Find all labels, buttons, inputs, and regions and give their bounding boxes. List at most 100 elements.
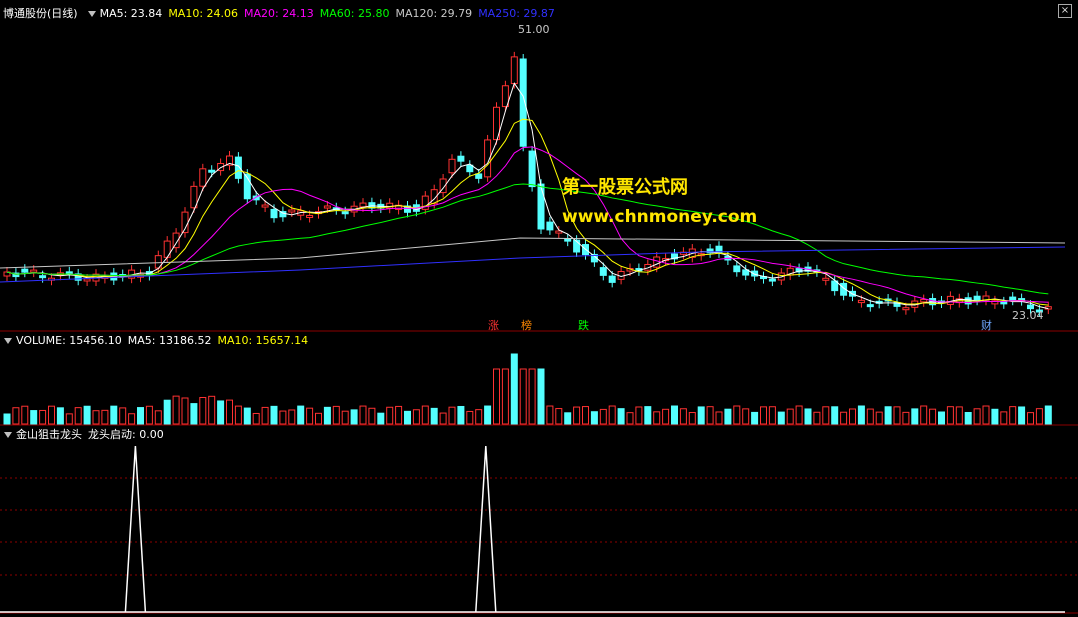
volume-bar [608, 405, 616, 425]
volume-bar [866, 408, 874, 425]
volume-bar [288, 409, 296, 425]
volume-bar [564, 412, 572, 425]
volume-bar [501, 368, 509, 425]
volume-bar [359, 405, 367, 425]
candle [1009, 296, 1017, 301]
volume-bar [1027, 412, 1034, 425]
volume-bar [1044, 405, 1052, 425]
volume-bar [590, 411, 598, 425]
volume-bar [448, 406, 456, 425]
candle [475, 173, 483, 179]
candle [466, 164, 474, 173]
candle [973, 295, 981, 301]
volume-bar [493, 368, 500, 425]
volume-bar [404, 410, 411, 425]
watermark-title: 第一股票公式网 [562, 177, 688, 198]
volume-bar [145, 405, 153, 425]
volume-bar [813, 411, 821, 425]
volume-value: VOLUME: 15456.10 [16, 334, 122, 347]
candle [528, 150, 536, 188]
volume-bar [181, 397, 189, 425]
volume-bar [786, 408, 794, 425]
watermark-url: www.chnmoney.com [562, 207, 758, 227]
volume-bar [920, 405, 928, 425]
volume-bar [119, 407, 127, 425]
volume-bar [777, 411, 785, 425]
tag-bang[interactable]: 榜 [521, 317, 532, 333]
volume-bar [510, 353, 518, 425]
tag-die[interactable]: 跌 [578, 317, 589, 333]
kline-chart[interactable] [0, 0, 1078, 617]
volume-panel-header: VOLUME: 15456.10 MA5: 13186.52 MA10: 156… [0, 333, 314, 349]
close-icon[interactable]: × [1058, 4, 1072, 18]
volume-bar [804, 408, 812, 425]
volume-bar [279, 410, 287, 425]
volume-bar [857, 405, 865, 425]
candle [359, 202, 367, 208]
signal-spike [475, 445, 497, 613]
volume-bar [12, 407, 20, 425]
volume-bar [768, 406, 776, 425]
volume-bar [475, 409, 483, 425]
volume-bar [688, 412, 696, 425]
volume-bar [350, 409, 358, 425]
volume-bar [555, 408, 563, 425]
volume-bar [964, 411, 972, 425]
volume-bar [368, 407, 376, 425]
tag-cai[interactable]: 财 [981, 317, 992, 333]
volume-bar [439, 412, 447, 425]
volume-bar [599, 408, 607, 425]
volume-dropdown-icon[interactable] [4, 338, 12, 344]
volume-bar [679, 408, 687, 425]
volume-bar [626, 412, 634, 425]
volume-bar [840, 411, 848, 425]
volume-bar [30, 410, 38, 425]
volume-bar [137, 407, 144, 425]
volume-ma5-value: MA5: 13186.52 [127, 334, 212, 347]
candle [866, 304, 874, 308]
volume-bar [48, 405, 55, 425]
ma10-value: MA10: 24.06 [168, 7, 239, 20]
volume-bar [911, 408, 919, 425]
candle [261, 204, 269, 208]
volume-bar [733, 405, 741, 425]
last-price-label: 23.04 [1012, 309, 1044, 322]
volume-bar [893, 406, 901, 425]
indicator-panel-dropdown-icon[interactable] [4, 432, 12, 438]
volume-bar [306, 407, 314, 425]
candle [653, 256, 661, 268]
volume-bar [760, 406, 767, 425]
volume-bar [849, 408, 856, 425]
candle [39, 275, 47, 279]
ma250-value: MA250: 29.87 [478, 7, 555, 20]
volume-bar [484, 405, 492, 425]
volume-bar [252, 412, 260, 425]
volume-bar [751, 411, 759, 425]
volume-bar [386, 406, 394, 425]
tag-zhang[interactable]: 涨 [488, 317, 499, 333]
volume-bar [190, 403, 198, 425]
volume-bar [875, 411, 883, 425]
volume-bar [466, 410, 474, 425]
candle [537, 183, 545, 230]
candle [341, 211, 349, 215]
volume-bar [1009, 406, 1017, 425]
volume-bar [83, 405, 91, 425]
candle [920, 299, 928, 303]
volume-bar [653, 411, 661, 425]
volume-bar [991, 408, 999, 425]
volume-bar [742, 408, 750, 425]
candle [510, 56, 518, 85]
volume-bar [395, 405, 403, 425]
indicator-dropdown-icon[interactable] [87, 11, 96, 17]
volume-bar [39, 409, 47, 425]
candle [83, 278, 91, 282]
candle [902, 307, 910, 311]
ma20-value: MA20: 24.13 [244, 7, 314, 20]
volume-bar [323, 406, 331, 425]
volume-bar [65, 413, 73, 425]
candle [288, 209, 296, 213]
candle [608, 275, 616, 283]
volume-bar [715, 411, 723, 425]
volume-bar [1035, 408, 1043, 425]
